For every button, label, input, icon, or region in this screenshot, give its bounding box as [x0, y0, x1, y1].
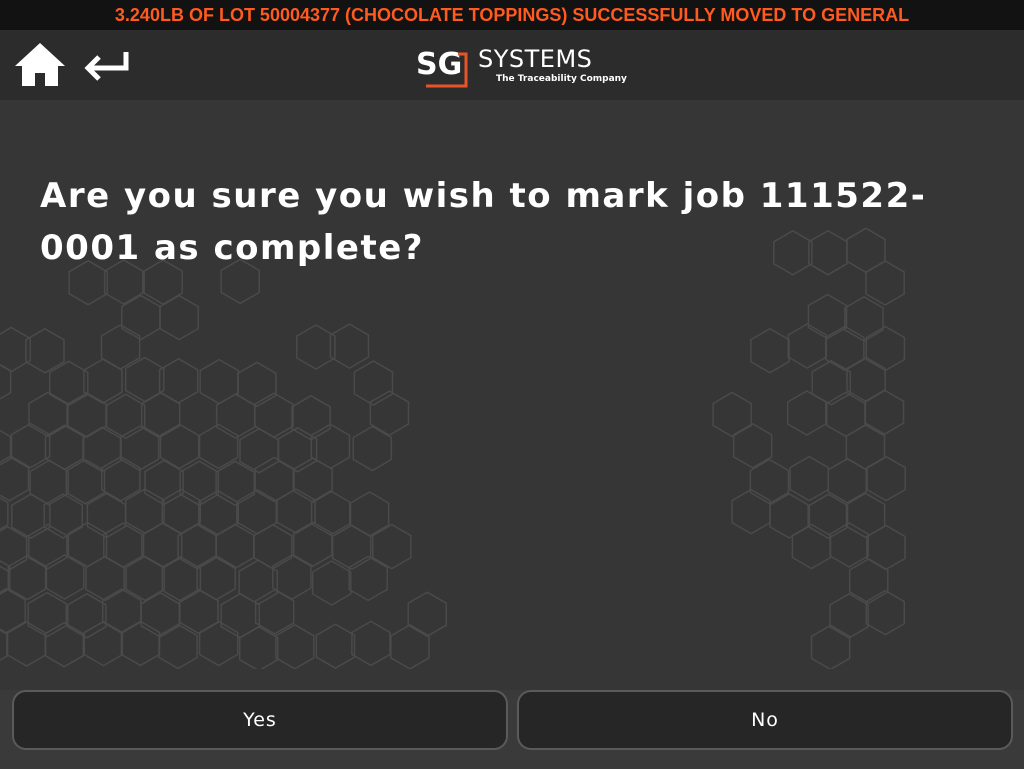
no-button-label: No — [751, 709, 779, 731]
no-button[interactable]: No — [517, 690, 1013, 750]
app-screen: 3.240LB OF LOT 50004377 (CHOCOLATE TOPPI… — [0, 0, 1024, 769]
status-banner: 3.240LB OF LOT 50004377 (CHOCOLATE TOPPI… — [0, 0, 1024, 30]
logo-mark: SG — [414, 44, 470, 90]
status-message: 3.240LB OF LOT 50004377 (CHOCOLATE TOPPI… — [114, 5, 910, 25]
logo-tagline: The Traceability Company — [496, 74, 627, 84]
logo-name: SYSTEMS — [478, 45, 593, 73]
logo-mark-text: SG — [416, 47, 462, 82]
header-bar: SG SYSTEMS The Traceability Company — [0, 30, 1024, 100]
back-button[interactable] — [78, 40, 134, 90]
action-bar: Yes No — [0, 683, 1024, 769]
company-logo: SG SYSTEMS The Traceability Company — [414, 44, 627, 90]
home-icon — [15, 43, 65, 86]
back-arrow-icon — [84, 52, 129, 81]
yes-button[interactable]: Yes — [12, 690, 508, 750]
home-button[interactable] — [12, 40, 68, 90]
yes-button-label: Yes — [243, 709, 277, 731]
confirmation-question: Are you sure you wish to mark job 111522… — [40, 176, 927, 268]
